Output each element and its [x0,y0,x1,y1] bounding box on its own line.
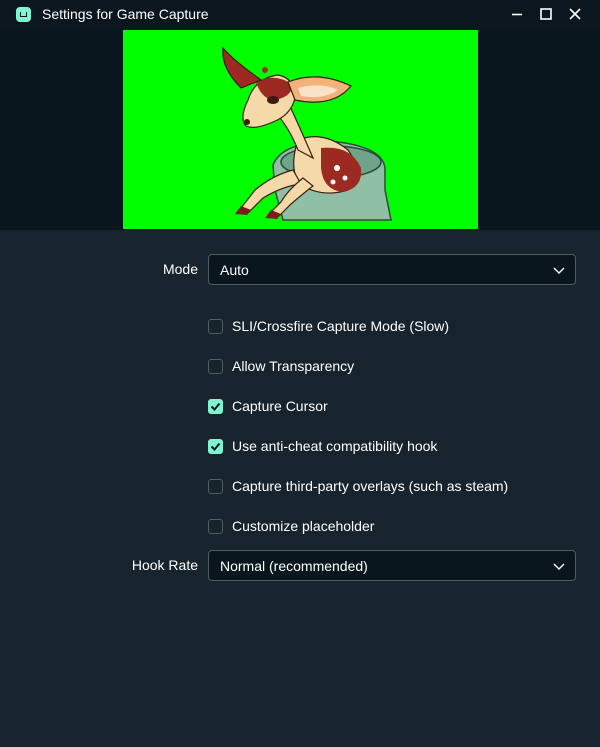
checkbox-box[interactable] [208,478,223,494]
checkbox-label: Customize placeholder [232,518,375,534]
minimize-icon[interactable] [506,3,528,25]
checkbox-box[interactable] [208,358,223,374]
checkbox-allow-transparency[interactable]: Allow Transparency [208,356,354,376]
streamlabs-app-icon [16,7,31,22]
deer-in-teacup-illustration [222,46,392,221]
source-preview [123,30,478,229]
checkbox-label: Capture Cursor [232,398,328,414]
checkbox-label: SLI/Crossfire Capture Mode (Slow) [232,318,450,334]
window-title: Settings for Game Capture [42,6,209,22]
checkbox-label: Capture third-party overlays (such as st… [232,478,509,494]
hook-rate-select-value: Normal (recommended) [220,557,368,574]
checkbox-customize-placeholder[interactable]: Customize placeholder [208,516,374,536]
checkbox-label: Allow Transparency [232,358,355,374]
chevron-down-icon [553,267,565,274]
mode-label: Mode [162,261,198,277]
source-preview-area [0,28,600,230]
maximize-icon[interactable] [535,3,557,25]
close-icon[interactable] [564,3,586,25]
hook-rate-label: Hook Rate [131,557,198,573]
chevron-down-icon [553,563,565,570]
mode-select[interactable]: Auto [208,254,576,285]
checkmark-icon [210,442,221,451]
checkbox-sli-crossfire[interactable]: SLI/Crossfire Capture Mode (Slow) [208,316,449,336]
title-bar: Settings for Game Capture [0,0,600,28]
checkbox-anti-cheat-hook[interactable]: Use anti-cheat compatibility hook [208,436,437,456]
checkbox-box[interactable] [208,438,223,454]
checkbox-box[interactable] [208,318,223,334]
checkbox-box[interactable] [208,398,223,414]
checkbox-capture-cursor[interactable]: Capture Cursor [208,396,328,416]
hook-rate-select[interactable]: Normal (recommended) [208,550,576,581]
checkbox-box[interactable] [208,518,223,534]
mode-select-value: Auto [220,261,249,278]
checkbox-label: Use anti-cheat compatibility hook [232,438,438,454]
checkmark-icon [210,402,221,411]
checkbox-third-party-overlays[interactable]: Capture third-party overlays (such as st… [208,476,508,496]
